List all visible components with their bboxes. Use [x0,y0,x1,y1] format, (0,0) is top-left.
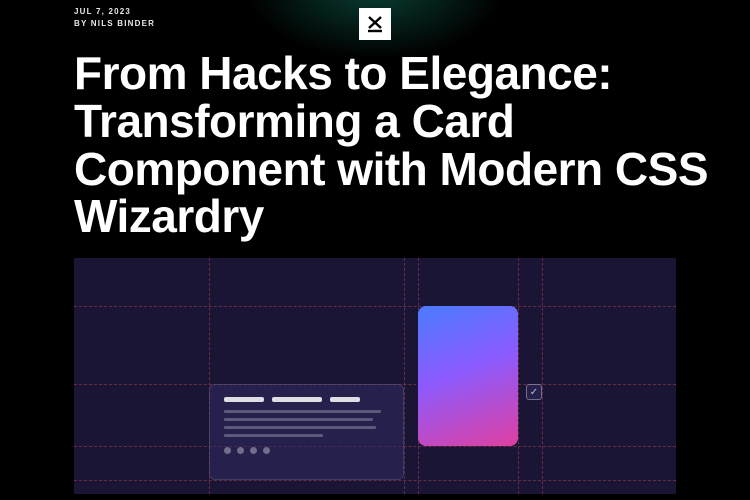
article-date: JUL 7, 2023 [74,6,155,18]
mock-card-checkbox: ✓ [526,384,542,400]
mock-card-heading [224,397,389,402]
site-logo[interactable] [359,8,391,40]
grid-line [518,258,519,494]
mock-card-image [418,306,518,446]
article-meta: JUL 7, 2023 BY NILS BINDER [74,6,155,30]
grid-line [542,258,543,494]
grid-line [74,306,676,307]
x-underline-icon [365,14,385,34]
mock-card-text [209,384,404,480]
article-byline: BY NILS BINDER [74,18,155,30]
grid-line [74,480,676,481]
hero-illustration: ✓ [74,258,676,494]
article-title: From Hacks to Elegance: Transforming a C… [74,50,710,241]
grid-line [404,258,405,494]
mock-card-dots [224,447,389,454]
